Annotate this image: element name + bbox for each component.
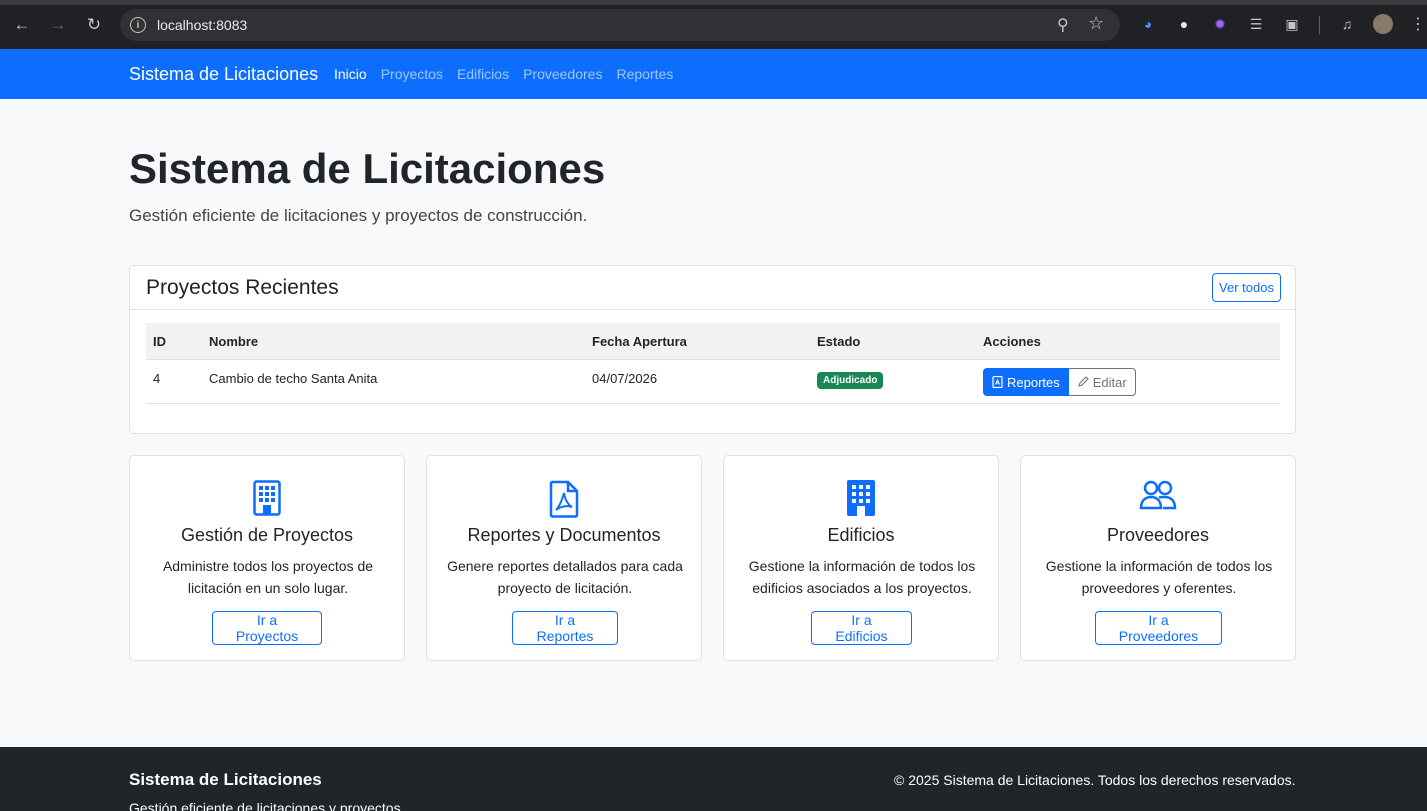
table-header: ID Nombre Fecha Apertura Estado Acciones [146, 323, 1280, 360]
feature-card-proyectos: Gestión de Proyectos Administre todos lo… [129, 455, 405, 661]
feature-description: Genere reportes detallados para cada pro… [447, 558, 683, 596]
pdf-file-icon [992, 376, 1003, 388]
feature-title: Edificios [827, 525, 895, 545]
column-header-estado: Estado [817, 334, 861, 349]
editar-button[interactable]: Editar [1068, 368, 1136, 396]
row-name: Cambio de techo Santa Anita [209, 371, 378, 386]
feature-card-reportes: Reportes y Documentos Genere reportes de… [426, 455, 702, 661]
nav-links: Inicio Proyectos Edificios Proveedores R… [334, 66, 687, 82]
bookmark-star-icon[interactable]: ☆ [1088, 13, 1104, 34]
go-to-reportes-button[interactable]: Ir a Reportes [512, 611, 618, 645]
table-row: 4 Cambio de techo Santa Anita 04/07/2026… [146, 360, 1280, 404]
nav-link-edificios[interactable]: Edificios [457, 66, 509, 82]
profile-avatar[interactable] [1373, 14, 1393, 34]
site-info-icon[interactable]: i [130, 17, 146, 33]
feature-card-proveedores: Proveedores Gestione la información de t… [1020, 455, 1296, 661]
media-control-icon[interactable]: ♫ [1337, 14, 1357, 34]
editar-button-label: Editar [1092, 374, 1127, 390]
feature-title: Reportes y Documentos [467, 525, 661, 545]
feature-title: Proveedores [1106, 525, 1210, 545]
feature-description: Gestione la información de todos los edi… [748, 558, 976, 596]
column-header-nombre: Nombre [209, 334, 259, 349]
pdf-file-icon [549, 480, 579, 518]
footer-title: Sistema de Licitaciones [129, 770, 322, 789]
go-to-proveedores-button[interactable]: Ir a Proveedores [1095, 611, 1222, 645]
page-subtitle: Gestión eficiente de licitaciones y proy… [129, 206, 588, 225]
back-icon[interactable]: ← [10, 13, 34, 37]
tab-strip [0, 0, 1427, 5]
row-actions: Reportes Editar [983, 368, 1136, 396]
go-to-proyectos-button[interactable]: Ir a Proyectos [212, 611, 322, 645]
building-icon [253, 480, 281, 516]
reload-icon[interactable]: ↻ [82, 13, 106, 37]
extension-translate-icon[interactable]: ☰ [1246, 14, 1266, 34]
extensions-puzzle-icon[interactable]: ▣ [1282, 14, 1302, 34]
extension-circle-icon[interactable]: ◕ [1138, 14, 1158, 34]
go-to-edificios-button[interactable]: Ir a Edificios [811, 611, 912, 645]
navbar-brand[interactable]: Sistema de Licitaciones [129, 64, 318, 85]
menu-kebab-icon[interactable]: ⋮ [1410, 14, 1426, 34]
address-url[interactable]: localhost:8083 [157, 17, 247, 33]
column-header-acciones: Acciones [983, 334, 1041, 349]
recent-projects-header: Proyectos Recientes Ver todos [130, 266, 1295, 310]
nav-link-reportes[interactable]: Reportes [616, 66, 673, 82]
nav-link-proveedores[interactable]: Proveedores [523, 66, 602, 82]
extension-gear-icon[interactable]: ✹ [1210, 14, 1230, 34]
extension-chat-icon[interactable]: ● [1174, 14, 1194, 34]
reportes-button-label: Reportes [1007, 374, 1060, 390]
browser-toolbar: ← → ↻ i localhost:8083 ⚲ ☆ ◕ ● ✹ ☰ ▣ ♫ ⋮ [0, 0, 1427, 49]
pencil-icon [1077, 376, 1089, 387]
feature-card-edificios: Edificios Gestione la información de tod… [723, 455, 999, 661]
toolbar-divider [1319, 16, 1320, 34]
site-navbar: Sistema de Licitaciones Inicio Proyectos… [0, 49, 1427, 99]
footer-subtitle: Gestión eficiente de licitaciones y proy… [129, 800, 401, 811]
site-footer: Sistema de Licitaciones Gestión eficient… [0, 747, 1427, 811]
building-fill-icon [847, 480, 875, 516]
feature-description: Gestione la información de todos los pro… [1045, 558, 1273, 596]
column-header-fecha: Fecha Apertura [592, 334, 687, 349]
row-id: 4 [153, 371, 161, 386]
forward-icon[interactable]: → [46, 13, 70, 37]
address-bar[interactable]: i localhost:8083 ⚲ ☆ [120, 9, 1120, 41]
view-all-button[interactable]: Ver todos [1212, 273, 1281, 302]
page-title: Sistema de Licitaciones [129, 145, 606, 192]
zoom-icon[interactable]: ⚲ [1057, 15, 1069, 35]
reportes-button[interactable]: Reportes [983, 368, 1069, 396]
nav-link-proyectos[interactable]: Proyectos [381, 66, 443, 82]
column-header-id: ID [153, 334, 166, 349]
status-badge: Adjudicado [817, 372, 884, 389]
feature-title: Gestión de Proyectos [180, 525, 354, 545]
footer-copyright: © 2025 Sistema de Licitaciones. Todos lo… [894, 772, 1296, 788]
feature-description: Administre todos los proyectos de licita… [162, 558, 374, 596]
row-date: 04/07/2026 [592, 371, 658, 386]
recent-projects-card: Proyectos Recientes Ver todos ID Nombre … [129, 265, 1296, 434]
people-icon [1139, 480, 1177, 510]
nav-link-inicio[interactable]: Inicio [334, 66, 367, 82]
recent-projects-title: Proyectos Recientes [146, 276, 339, 299]
